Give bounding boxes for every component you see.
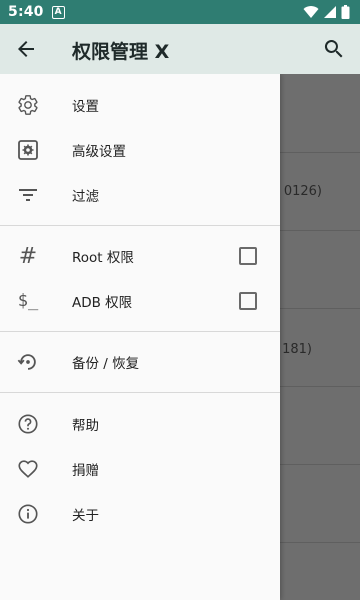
drawer-item-root-permission[interactable]: # Root 权限 bbox=[0, 234, 280, 278]
drawer-item-advanced-settings[interactable]: 高级设置 bbox=[0, 128, 280, 172]
drawer-item-donate[interactable]: 捐赠 bbox=[0, 447, 280, 491]
drawer-item-adb-permission[interactable]: $_ ADB 权限 bbox=[0, 279, 280, 323]
shell-icon: $_ bbox=[17, 291, 39, 311]
wifi-icon bbox=[303, 6, 319, 19]
heart-icon bbox=[16, 457, 40, 481]
drawer-item-settings[interactable]: 设置 bbox=[0, 83, 280, 127]
background-text: 0126) bbox=[283, 184, 322, 199]
drawer-item-label: 帮助 bbox=[72, 418, 99, 434]
drawer-item-label: 高级设置 bbox=[72, 144, 126, 160]
drawer-divider bbox=[0, 331, 280, 332]
signal-icon bbox=[324, 6, 336, 18]
page-title: 权限管理 X bbox=[72, 41, 170, 63]
drawer-item-about[interactable]: 关于 bbox=[0, 492, 280, 536]
navigation-drawer: 设置 高级设置 过滤 # Root 权限 $_ ADB 权限 备份 / 恢复 帮… bbox=[0, 74, 280, 600]
adb-permission-checkbox[interactable] bbox=[239, 292, 257, 310]
status-time: 5:40 bbox=[8, 4, 44, 20]
drawer-item-label: 捐赠 bbox=[72, 463, 99, 479]
help-icon bbox=[16, 412, 40, 436]
background-text: 181) bbox=[282, 342, 312, 357]
filter-icon bbox=[16, 183, 40, 207]
backup-restore-icon bbox=[16, 350, 40, 374]
drawer-item-label: ADB 权限 bbox=[72, 295, 133, 311]
drawer-item-label: 关于 bbox=[72, 508, 99, 524]
arrow-back-icon[interactable] bbox=[14, 37, 38, 61]
hash-icon: # bbox=[18, 243, 38, 269]
drawer-item-label: 设置 bbox=[72, 99, 99, 115]
drawer-divider bbox=[0, 392, 280, 393]
drawer-item-label: 备份 / 恢复 bbox=[72, 356, 140, 372]
drawer-item-backup-restore[interactable]: 备份 / 恢复 bbox=[0, 340, 280, 384]
notification-icon: A bbox=[51, 5, 65, 19]
drawer-item-filter[interactable]: 过滤 bbox=[0, 173, 280, 217]
root-permission-checkbox[interactable] bbox=[239, 247, 257, 265]
app-bar: 权限管理 X bbox=[0, 24, 360, 74]
drawer-divider bbox=[0, 225, 280, 226]
drawer-item-help[interactable]: 帮助 bbox=[0, 402, 280, 446]
advanced-settings-icon bbox=[16, 138, 40, 162]
gear-icon bbox=[16, 93, 40, 117]
drawer-item-label: 过滤 bbox=[72, 189, 99, 205]
drawer-item-label: Root 权限 bbox=[72, 250, 134, 266]
status-bar: 5:40 A bbox=[0, 0, 360, 24]
battery-icon bbox=[341, 5, 350, 19]
info-icon bbox=[16, 502, 40, 526]
search-icon[interactable] bbox=[322, 37, 346, 61]
